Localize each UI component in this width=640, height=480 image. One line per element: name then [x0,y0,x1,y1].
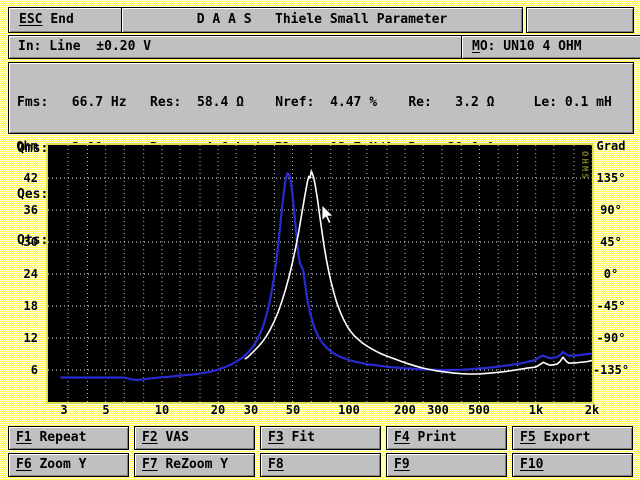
fkey-button-f3[interactable]: F3 Fit [260,426,381,450]
fkey-button-f6[interactable]: F6 Zoom Y [8,453,129,477]
ohm-tick-label: 12 [23,331,38,345]
esc-hotkey: ESC [19,12,43,27]
ohm-tick-label: 6 [30,363,38,377]
curve-impedance-free-air-white [244,170,592,375]
param-row-1: Fms: 66.7 Hz Res: 58.4 Ω Nref: 4.47 % Re… [17,95,612,110]
freq-tick-label: 100 [338,403,360,417]
fkey-button-f5[interactable]: F5 Export [512,426,633,450]
freq-tick-label: 5 [102,403,110,417]
impedance-plot[interactable]: OHMS [46,143,594,404]
ohm-tick-label: 18 [23,299,38,313]
daas-screen: ESC End D A A S Thiele Small Parameter I… [0,0,640,480]
fkey-button-f1[interactable]: F1 Repeat [8,426,129,450]
titlebar-spacer-box [526,7,634,33]
function-key-bar: F1 Repeat F2 VAS F3 Fit F4 Print F5 Export F6… [8,426,633,477]
fkey-hotkey: F6 [16,457,32,472]
fkey-button-f4[interactable]: F4 Print [386,426,507,450]
freq-tick-label: 30 [243,403,259,417]
esc-label-text: End [50,12,74,27]
window-title: D A A S Thiele Small Parameter [121,7,523,33]
grad-tick-label: 135° [596,171,626,185]
grad-tick-label: 0° [603,267,619,281]
freq-tick-label: 50 [285,403,301,417]
ohm-tick-label: 30 [23,235,38,249]
fkey-button-f10[interactable]: F10 [512,453,633,477]
mouse-cursor [321,204,335,225]
ohm-tick-label: 42 [23,171,38,185]
fkey-label: Zoom Y [31,457,87,472]
ohm-tick-label: 36 [23,203,38,217]
grad-tick-label: -90° [596,331,626,345]
fkey-button-f9[interactable]: F9 [386,453,507,477]
fkey-button-f8[interactable]: F8 [260,453,381,477]
freq-tick-label: 500 [468,403,490,417]
model-select-field[interactable]: MO: UN10 4 OHM [461,35,640,59]
fkey-hotkey: F1 [16,430,32,445]
plot-watermark: OHMS [579,151,589,181]
freq-tick-label: 10 [154,403,170,417]
grad-tick-label: -135° [592,363,630,377]
grad-tick-label: 45° [600,235,622,249]
ohm-tick-label: 24 [23,267,38,281]
fkey-label: Repeat [31,430,87,445]
fkey-hotkey: F4 [394,430,410,445]
grad-tick-label: 90° [600,203,622,217]
esc-end-button[interactable]: ESC End [8,7,128,33]
fkey-hotkey: F5 [520,430,536,445]
right-axis-unit: Grad [596,139,626,153]
freq-tick-label: 1k [528,403,544,417]
left-axis-unit: Ohm [16,139,38,153]
model-value: O: UN10 4 OHM [479,39,582,54]
freq-tick-label: 2k [584,403,600,417]
fkey-hotkey: F7 [142,457,158,472]
input-status-field: In: Line ±0.20 V [8,35,465,59]
fkey-label: ReZoom Y [157,457,229,472]
fkey-hotkey: F2 [142,430,158,445]
fkey-hotkey: F3 [268,430,284,445]
freq-tick-label: 20 [210,403,226,417]
fkey-label: Fit [283,430,315,445]
curve-impedance-shifted-resonance-blue [60,172,592,382]
fkey-button-f7[interactable]: F7 ReZoom Y [134,453,255,477]
freq-tick-label: 3 [60,403,68,417]
fkey-hotkey: F10 [520,457,544,472]
fkey-hotkey: F8 [268,457,284,472]
model-hotkey: M [472,39,480,54]
parameter-panel: Fms: 66.7 Hz Res: 58.4 Ω Nref: 4.47 % Re… [8,62,634,248]
fkey-button-f2[interactable]: F2 VAS [134,426,255,450]
grad-tick-label: -45° [596,299,626,313]
freq-tick-label: 300 [427,403,449,417]
fkey-label: VAS [157,430,189,445]
freq-tick-label: 200 [394,403,416,417]
fkey-label: Export [535,430,591,445]
fkey-label: Print [409,430,457,445]
impedance-chart-svg: OHMS [48,145,592,402]
fkey-hotkey: F9 [394,457,410,472]
